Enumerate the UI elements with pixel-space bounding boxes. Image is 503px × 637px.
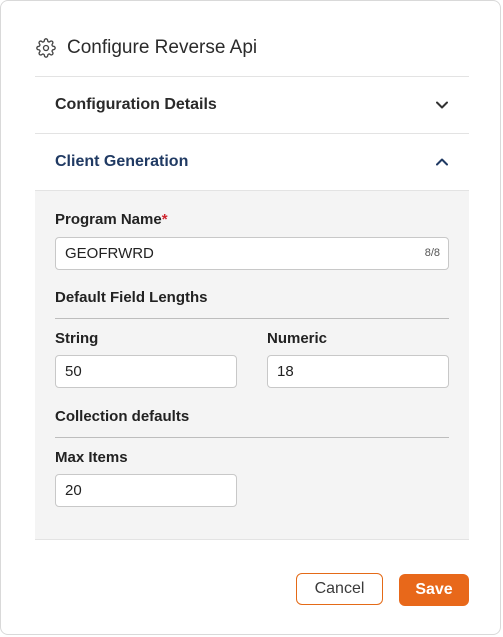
numeric-length-input[interactable]: 18 (267, 355, 449, 388)
max-items-input[interactable]: 20 (55, 474, 237, 507)
divider (55, 318, 449, 319)
dialog-header: Configure Reverse Api (36, 31, 257, 65)
cancel-button[interactable]: Cancel (296, 573, 383, 605)
string-label: String (55, 330, 99, 347)
program-name-label-text: Program Name (55, 211, 162, 228)
string-length-input[interactable]: 50 (55, 355, 237, 388)
max-items-value: 20 (65, 482, 82, 499)
section-configuration-details-label: Configuration Details (55, 96, 217, 113)
required-asterisk: * (161, 211, 168, 228)
character-counter: 8/8 (424, 247, 440, 259)
numeric-length-value: 18 (277, 363, 294, 380)
divider (55, 437, 449, 438)
program-name-label: Program Name* (55, 211, 168, 228)
gear-icon (36, 38, 56, 58)
chevron-down-icon[interactable] (435, 98, 449, 112)
program-name-value: GEOFRWRD (65, 245, 154, 262)
dialog-title: Configure Reverse Api (67, 37, 258, 58)
chevron-up-icon[interactable] (435, 155, 449, 169)
save-button[interactable]: Save (399, 574, 469, 606)
section-client-generation[interactable]: Client Generation (35, 133, 469, 190)
collection-defaults-heading: Collection defaults (55, 408, 190, 425)
program-name-input[interactable]: GEOFRWRD 8/8 (55, 237, 449, 270)
string-length-value: 50 (65, 363, 82, 380)
max-items-label: Max Items (55, 449, 128, 466)
client-generation-panel: Program Name* GEOFRWRD 8/8 Default Field… (35, 190, 469, 540)
numeric-label: Numeric (267, 330, 328, 347)
section-configuration-details[interactable]: Configuration Details (35, 76, 469, 133)
default-field-lengths-heading: Default Field Lengths (55, 289, 208, 306)
configure-reverse-api-dialog: Configure Reverse Api Configuration Deta… (0, 0, 501, 635)
section-client-generation-label: Client Generation (55, 153, 189, 170)
